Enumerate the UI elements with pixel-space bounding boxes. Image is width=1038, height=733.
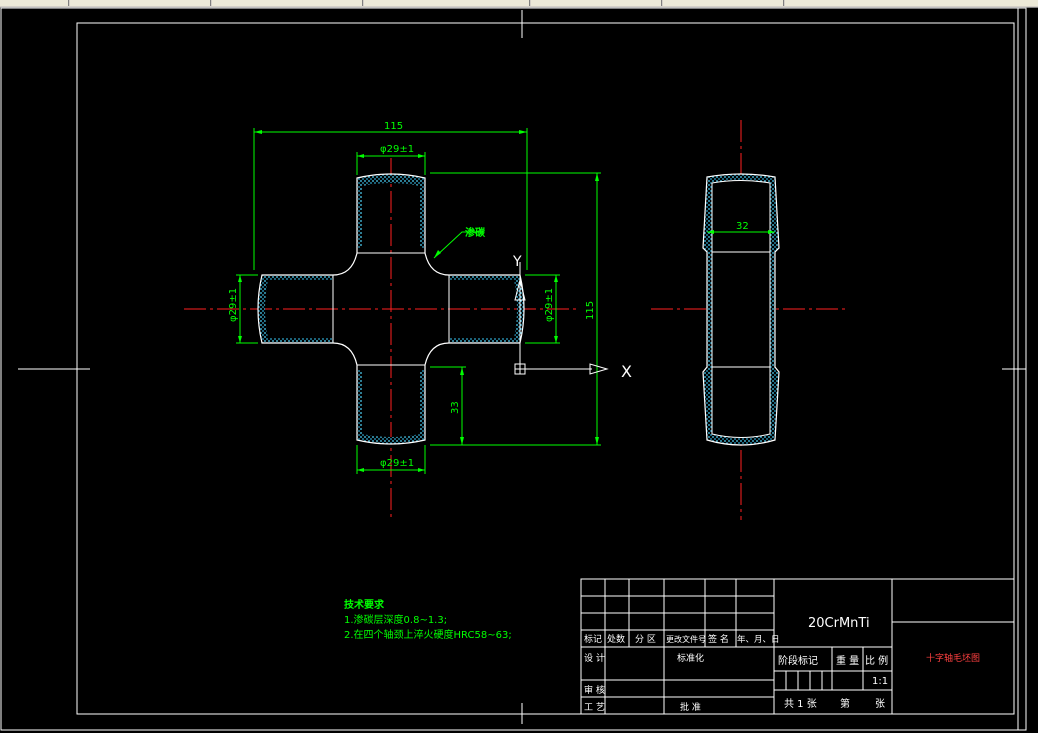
tb-header-date: 年、月、日 (737, 634, 780, 645)
dimension-lines (236, 128, 775, 474)
callout-carburize: 渗碳 (465, 226, 486, 239)
cad-drawing-canvas[interactable]: 115 φ29±1 φ29±1 φ29±1 φ29±1 115 33 32 渗碳… (0, 0, 1038, 733)
tb-header-sign: 签 名 (708, 633, 729, 645)
scale-value: 1:1 (872, 676, 888, 687)
tb-process: 工 艺 (584, 702, 605, 713)
dim-left-diameter: φ29±1 (228, 288, 239, 322)
dim-side-width: 32 (736, 221, 749, 232)
dim-bottom-diameter: φ29±1 (380, 458, 414, 469)
tb-header-change-doc: 更改文件号 (666, 634, 706, 644)
dim-overall-height: 115 (585, 301, 596, 320)
tb-sheet-no: 第 (840, 697, 850, 710)
tb-header-mark: 标记 (584, 633, 602, 645)
dim-overall-width: 115 (384, 121, 403, 132)
notes-title: 技术要求 (344, 598, 385, 611)
dimension-arrows (238, 130, 775, 472)
tb-design: 设 计 (584, 652, 605, 664)
material-label: 20CrMnTi (808, 616, 870, 631)
tb-sheet-suffix: 张 (875, 698, 885, 710)
tb-standardize: 标准化 (677, 652, 704, 664)
tb-stage-mark: 阶段标记 (778, 654, 818, 667)
ucs-x-label: X (621, 362, 632, 381)
cross-shaft-side-view (702, 173, 780, 446)
tb-review: 审 核 (584, 684, 605, 696)
dim-right-diameter: φ29±1 (544, 288, 555, 322)
sheet-border (0, 7, 1027, 731)
tb-ratio: 比 例 (865, 654, 888, 667)
title-block (580, 578, 1015, 715)
dim-top-diameter: φ29±1 (380, 144, 414, 155)
ucs-y-label: Y (512, 254, 522, 270)
tb-header-count: 处数 (607, 633, 625, 645)
dim-arm-length: 33 (450, 401, 461, 414)
drawing-name: 十字轴毛坯图 (926, 652, 980, 664)
tb-sheets-total: 共 1 张 (784, 698, 817, 710)
notes-line-2: 2.在四个轴颈上淬火硬度HRC58~63; (344, 628, 512, 641)
tb-approve: 批 准 (680, 701, 701, 713)
tb-weight: 重 量 (836, 654, 859, 667)
notes-line-1: 1.渗碳层深度0.8~1.3; (344, 613, 447, 626)
tb-header-zone: 分 区 (635, 634, 656, 645)
